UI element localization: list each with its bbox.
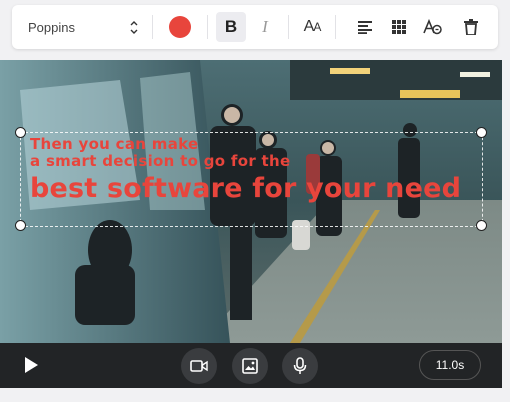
align-left-icon xyxy=(358,21,372,34)
italic-label: I xyxy=(262,17,268,36)
microphone-button[interactable] xyxy=(282,348,318,384)
toolbar-divider xyxy=(288,15,289,39)
grid-button[interactable] xyxy=(384,12,414,42)
bold-label: B xyxy=(224,17,238,36)
image-icon xyxy=(242,358,258,374)
microphone-icon xyxy=(293,357,307,374)
toolbar-divider xyxy=(335,15,336,39)
text-align-button[interactable] xyxy=(350,12,380,42)
resize-handle-bottom-left[interactable] xyxy=(15,220,26,231)
delete-button[interactable] xyxy=(456,12,486,42)
resize-handle-top-right[interactable] xyxy=(476,127,487,138)
video-camera-icon xyxy=(190,360,208,372)
font-size-button[interactable]: AA xyxy=(297,12,327,42)
text-color-swatch[interactable] xyxy=(169,16,191,38)
grid-icon xyxy=(392,20,406,34)
play-icon[interactable] xyxy=(22,356,40,374)
resize-handle-bottom-right[interactable] xyxy=(476,220,487,231)
resize-handle-top-left[interactable] xyxy=(15,127,26,138)
playback-bar: 11.0s xyxy=(0,343,502,388)
image-button[interactable] xyxy=(232,348,268,384)
video-button[interactable] xyxy=(181,348,217,384)
font-size-icon: AA xyxy=(303,18,322,35)
text-effects-button[interactable] xyxy=(418,12,448,42)
duration-badge[interactable]: 11.0s xyxy=(419,350,481,380)
text-selection-box[interactable] xyxy=(20,132,483,227)
trash-icon xyxy=(464,19,478,35)
text-effects-icon xyxy=(423,19,442,35)
updown-chevron-icon xyxy=(130,20,138,34)
toolbar-divider xyxy=(207,15,208,39)
italic-button[interactable]: I xyxy=(250,12,280,42)
font-family-value: Poppins xyxy=(28,19,75,35)
video-canvas[interactable]: Then you can make a smart decision to go… xyxy=(0,60,502,343)
bold-button[interactable]: B xyxy=(216,12,246,42)
toolbar-divider xyxy=(152,15,153,39)
text-format-toolbar: Poppins B I AA xyxy=(12,5,498,49)
font-family-select[interactable]: Poppins xyxy=(18,11,146,43)
